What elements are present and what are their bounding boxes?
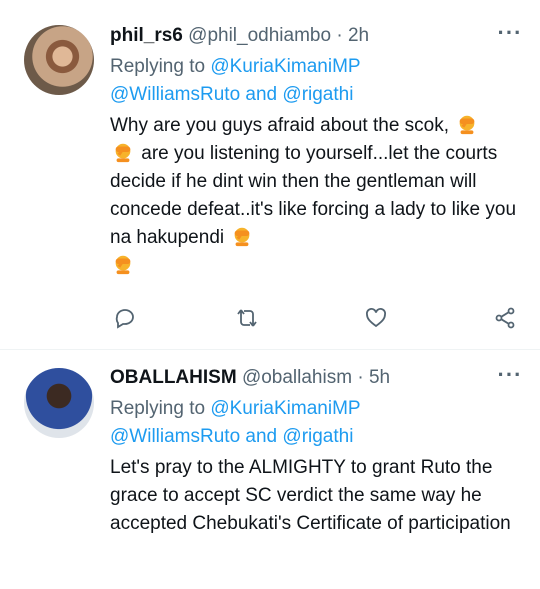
tweet-text-part: Why are you guys afraid about the scok, (110, 115, 450, 136)
timestamp[interactable]: 5h (369, 367, 390, 388)
tweet-body: OBALLAHISM @oballahism · 5h ··· Replying… (110, 364, 524, 538)
user-handle[interactable]: @oballahism (242, 367, 352, 388)
tweet-header: phil_rs6 @phil_odhiambo · 2h ··· (110, 22, 524, 50)
and-word: and (245, 84, 278, 105)
mention-link[interactable]: @KuriaKimaniMP (210, 398, 360, 419)
mention-link[interactable]: @WilliamsRuto (110, 426, 240, 447)
facepalm-emoji-icon (115, 143, 131, 163)
replying-to: Replying to @KuriaKimaniMP @WilliamsRuto… (110, 395, 524, 451)
facepalm-emoji-icon (235, 227, 250, 247)
separator-dot: · (336, 25, 343, 46)
and-word: and (245, 426, 278, 447)
user-handle[interactable]: @phil_odhiambo (188, 25, 331, 46)
share-icon[interactable] (490, 303, 520, 333)
tweet-actions (110, 303, 524, 333)
tweet-body: phil_rs6 @phil_odhiambo · 2h ··· Replyin… (110, 22, 524, 280)
tweet-header: OBALLAHISM @oballahism · 5h ··· (110, 364, 524, 392)
reply-icon[interactable] (110, 303, 140, 333)
like-icon[interactable] (361, 303, 391, 333)
tweet-text: Let's pray to the ALMIGHTY to grant Ruto… (110, 457, 511, 534)
facepalm-emoji-icon (459, 115, 475, 135)
more-options-icon[interactable]: ··· (496, 364, 524, 392)
display-name[interactable]: OBALLAHISM (110, 367, 237, 388)
mention-link[interactable]: @rigathi (282, 84, 353, 105)
avatar[interactable] (24, 368, 94, 438)
mention-link[interactable]: @WilliamsRuto (110, 84, 240, 105)
more-options-icon[interactable]: ··· (496, 22, 524, 50)
facepalm-emoji-icon (115, 255, 131, 275)
tweet-text-part: are you listening to yourself...let the … (110, 143, 517, 248)
retweet-icon[interactable] (232, 303, 262, 333)
separator-dot: · (357, 367, 364, 388)
display-name[interactable]: phil_rs6 (110, 25, 183, 46)
tweet-card[interactable]: phil_rs6 @phil_odhiambo · 2h ··· Replyin… (0, 0, 540, 350)
replying-prefix: Replying to (110, 56, 206, 77)
replying-to: Replying to @KuriaKimaniMP @WilliamsRuto… (110, 53, 524, 109)
mention-link[interactable]: @rigathi (282, 426, 353, 447)
avatar[interactable] (24, 25, 94, 95)
tweet-text: Why are you guys afraid about the scok, … (110, 112, 524, 280)
timestamp[interactable]: 2h (348, 25, 369, 46)
mention-link[interactable]: @KuriaKimaniMP (210, 56, 360, 77)
replying-prefix: Replying to (110, 398, 206, 419)
